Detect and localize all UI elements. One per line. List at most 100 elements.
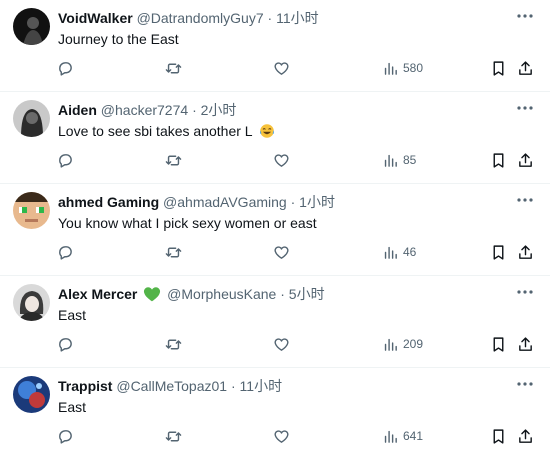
timestamp[interactable]: 2小时: [201, 102, 237, 118]
reply-button[interactable]: [57, 334, 74, 354]
more-icon: [517, 106, 533, 110]
timestamp[interactable]: 1小时: [299, 194, 335, 210]
bookmark-button[interactable]: [490, 334, 507, 354]
views-icon: [384, 246, 397, 259]
user-handle[interactable]: @ahmadAVGaming: [163, 194, 287, 210]
more-button[interactable]: [514, 98, 536, 118]
like-button[interactable]: [273, 242, 290, 262]
tweet[interactable]: Aiden @hacker7274 · 2小时 Love to see sbi …: [0, 92, 550, 184]
retweet-button[interactable]: [165, 150, 182, 170]
retweet-button[interactable]: [165, 334, 182, 354]
bookmark-button[interactable]: [490, 426, 507, 446]
green-heart-icon: [144, 287, 161, 302]
views-count: 580: [403, 61, 424, 75]
views-button[interactable]: 580: [382, 58, 423, 78]
bookmark-button[interactable]: [490, 58, 507, 78]
tweet-text: East: [58, 399, 87, 415]
like-icon: [274, 153, 289, 167]
tweet[interactable]: Trappist @CallMeTopaz01 · 11小时 East 641: [0, 368, 550, 460]
avatar[interactable]: [13, 8, 50, 45]
retweet-button[interactable]: [165, 426, 182, 446]
share-button[interactable]: [517, 334, 534, 354]
avatar-blue-space-icon: [13, 376, 50, 413]
user-handle[interactable]: @CallMeTopaz01: [116, 378, 227, 394]
views-count: 85: [403, 153, 417, 167]
avatar[interactable]: [13, 192, 50, 229]
more-icon: [517, 382, 533, 386]
views-button[interactable]: 209: [382, 334, 423, 354]
views-count: 209: [403, 337, 424, 351]
more-icon: [517, 198, 533, 202]
retweet-icon: [165, 63, 182, 73]
more-icon: [517, 14, 533, 18]
views-button[interactable]: 85: [382, 150, 416, 170]
retweet-button[interactable]: [165, 58, 182, 78]
reply-button[interactable]: [57, 150, 74, 170]
tweet[interactable]: VoidWalker @DatrandomlyGuy7 · 11小时 Journ…: [0, 0, 550, 92]
display-name[interactable]: Aiden: [58, 102, 97, 118]
reply-button[interactable]: [57, 426, 74, 446]
share-icon: [519, 152, 532, 167]
more-button[interactable]: [514, 190, 536, 210]
tweet-header: ahmed Gaming @ahmadAVGaming · 1小时: [58, 193, 335, 211]
action-bar: 641: [0, 426, 550, 446]
more-button[interactable]: [514, 374, 536, 394]
share-button[interactable]: [517, 150, 534, 170]
avatar[interactable]: [13, 100, 50, 137]
display-name[interactable]: ahmed Gaming: [58, 194, 159, 210]
like-icon: [274, 245, 289, 259]
views-button[interactable]: 641: [382, 426, 423, 446]
share-icon: [519, 244, 532, 259]
timestamp[interactable]: 11小时: [240, 378, 283, 394]
timestamp[interactable]: 5小时: [289, 286, 325, 302]
views-button[interactable]: 46: [382, 242, 416, 262]
action-bar: 580: [0, 58, 550, 78]
display-name[interactable]: Trappist: [58, 378, 112, 394]
tweet[interactable]: Alex Mercer @MorpheusKane · 5小时 East 209: [0, 276, 550, 368]
avatar[interactable]: [13, 284, 50, 321]
action-bar: 46: [0, 242, 550, 262]
avatar-gray-hooded-figure-icon: [13, 100, 50, 137]
views-icon: [384, 430, 397, 443]
reply-icon: [59, 153, 72, 168]
bookmark-button[interactable]: [490, 242, 507, 262]
separator-dot: ·: [192, 102, 197, 118]
retweet-icon: [165, 431, 182, 441]
avatar-anime-gray-icon: [13, 284, 50, 321]
avatar[interactable]: [13, 376, 50, 413]
bookmark-icon: [493, 244, 504, 260]
bookmark-button[interactable]: [490, 150, 507, 170]
reply-button[interactable]: [57, 242, 74, 262]
reply-icon: [59, 337, 72, 352]
share-icon: [519, 428, 532, 443]
tweet-text-content: Love to see sbi takes another L: [58, 123, 253, 139]
share-button[interactable]: [517, 242, 534, 262]
user-handle[interactable]: @hacker7274: [101, 102, 188, 118]
tweet-header: Alex Mercer @MorpheusKane · 5小时: [58, 285, 325, 303]
like-button[interactable]: [273, 150, 290, 170]
tweet[interactable]: ahmed Gaming @ahmadAVGaming · 1小时 You kn…: [0, 184, 550, 276]
tweet-text: Love to see sbi takes another L: [58, 122, 275, 140]
reply-button[interactable]: [57, 58, 74, 78]
user-handle[interactable]: @DatrandomlyGuy7: [137, 10, 264, 26]
retweet-icon: [165, 339, 182, 349]
bookmark-icon: [493, 336, 504, 352]
like-button[interactable]: [273, 58, 290, 78]
share-button[interactable]: [517, 58, 534, 78]
more-button[interactable]: [514, 6, 536, 26]
tweet-text: You know what I pick sexy women or east: [58, 215, 317, 231]
retweet-button[interactable]: [165, 242, 182, 262]
separator-dot: ·: [230, 378, 236, 394]
user-handle[interactable]: @MorpheusKane: [167, 286, 276, 302]
like-button[interactable]: [273, 334, 290, 354]
display-name[interactable]: Alex Mercer: [58, 286, 137, 302]
retweet-icon: [165, 155, 182, 165]
timestamp[interactable]: 11小时: [276, 10, 319, 26]
action-bar: 85: [0, 150, 550, 170]
more-button[interactable]: [514, 282, 536, 302]
share-button[interactable]: [517, 426, 534, 446]
display-name[interactable]: VoidWalker: [58, 10, 133, 26]
like-button[interactable]: [273, 426, 290, 446]
views-count: 641: [403, 429, 424, 443]
reply-feed: VoidWalker @DatrandomlyGuy7 · 11小时 Journ…: [0, 0, 550, 453]
